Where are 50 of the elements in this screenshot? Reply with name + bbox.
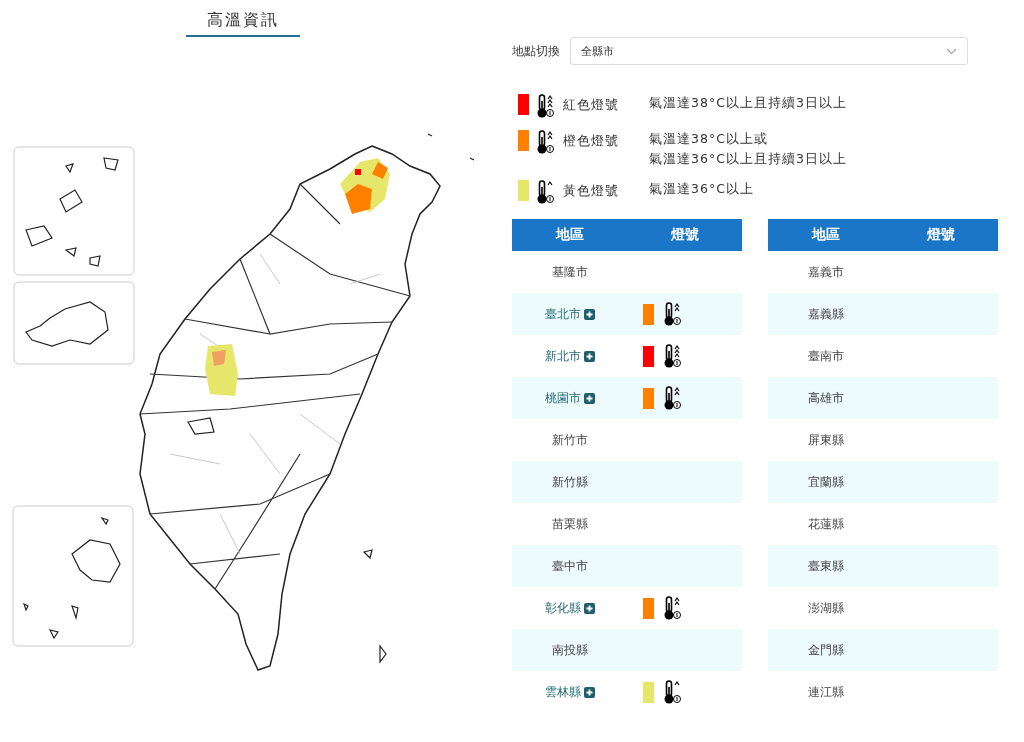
column-header: 地區 bbox=[810, 226, 841, 244]
expand-plus-icon[interactable] bbox=[583, 602, 595, 614]
legend-description: 氣溫達38°C以上或 bbox=[649, 130, 769, 148]
expand-plus-icon[interactable] bbox=[583, 350, 595, 362]
location-label: 地點切換 bbox=[512, 42, 560, 60]
region-name: 高雄市 bbox=[807, 389, 844, 407]
region-name: 臺東縣 bbox=[807, 557, 844, 575]
thermometer-icon bbox=[662, 679, 682, 705]
region-name: 臺北市 bbox=[544, 305, 581, 323]
region-name: 金門縣 bbox=[807, 641, 844, 659]
region-name: 桃園市 bbox=[544, 389, 581, 407]
region-name: 雲林縣 bbox=[544, 683, 581, 701]
region-name: 花蓮縣 bbox=[807, 515, 844, 533]
region-name: 連江縣 bbox=[807, 683, 844, 701]
region-name: 臺南市 bbox=[807, 347, 844, 365]
region-name: 臺中市 bbox=[551, 557, 588, 575]
region-name: 苗栗縣 bbox=[551, 515, 588, 533]
thermometer-icon bbox=[535, 179, 555, 205]
region-name: 嘉義縣 bbox=[807, 305, 844, 323]
region-name: 嘉義市 bbox=[807, 263, 844, 281]
column-header: 燈號 bbox=[669, 226, 700, 244]
thermometer-icon bbox=[662, 385, 682, 411]
expand-plus-icon[interactable] bbox=[583, 686, 595, 698]
expand-plus-icon[interactable] bbox=[583, 308, 595, 320]
legend-description: 氣溫達38°C以上且持續3日以上 bbox=[649, 94, 847, 112]
location-dropdown[interactable]: 全縣市 bbox=[570, 37, 968, 65]
page-title: 高溫資訊 bbox=[186, 10, 300, 37]
column-header: 地區 bbox=[554, 226, 585, 244]
legend-description: 氣溫達36°C以上且持續3日以上 bbox=[649, 150, 847, 168]
expand-plus-icon[interactable] bbox=[583, 392, 595, 404]
legend-description: 氣溫達36°C以上 bbox=[649, 180, 754, 198]
column-header: 燈號 bbox=[925, 226, 956, 244]
region-name: 南投縣 bbox=[551, 641, 588, 659]
thermometer-icon bbox=[662, 343, 682, 369]
legend-label: 紅色燈號 bbox=[563, 96, 620, 114]
thermometer-icon bbox=[535, 93, 555, 119]
region-name: 宜蘭縣 bbox=[807, 473, 844, 491]
region-name: 新竹市 bbox=[551, 431, 588, 449]
region-name: 彰化縣 bbox=[544, 599, 581, 617]
region-name: 新竹縣 bbox=[551, 473, 588, 491]
legend-label: 黃色燈號 bbox=[563, 182, 620, 200]
chevron-down-icon bbox=[946, 47, 957, 55]
region-name: 新北市 bbox=[544, 347, 581, 365]
region-name: 屏東縣 bbox=[807, 431, 844, 449]
thermometer-icon bbox=[535, 129, 555, 155]
region-name: 澎湖縣 bbox=[807, 599, 844, 617]
region-name: 基隆市 bbox=[551, 263, 588, 281]
thermometer-icon bbox=[662, 301, 682, 327]
thermometer-icon bbox=[662, 595, 682, 621]
legend-label: 橙色燈號 bbox=[563, 132, 620, 150]
